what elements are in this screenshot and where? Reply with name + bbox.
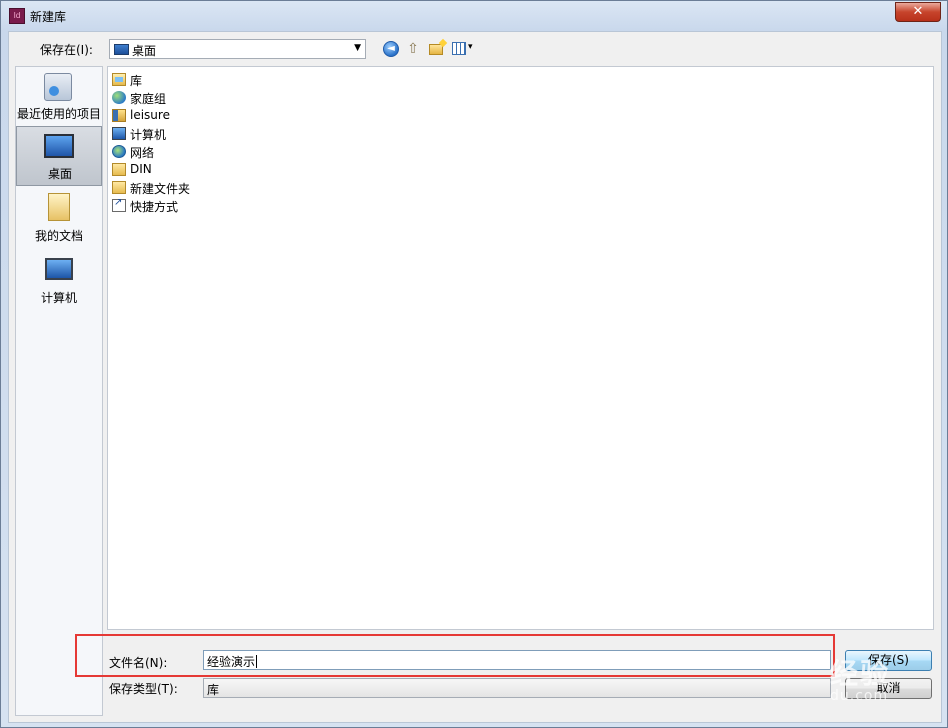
computer-icon: [45, 258, 73, 280]
list-item-name: 计算机: [130, 128, 167, 142]
place-recent-items[interactable]: 最近使用的项目: [16, 69, 102, 125]
list-item[interactable]: 网络: [112, 143, 272, 161]
desktop-icon: [114, 44, 129, 55]
recent-items-icon: [44, 73, 72, 101]
view-menu-arrow-icon[interactable]: ▾: [468, 42, 473, 52]
list-item-name: 新建文件夹: [130, 182, 191, 196]
save-button[interactable]: 保存(S): [845, 650, 932, 671]
list-item-name: 网络: [130, 146, 155, 160]
list-item[interactable]: DIN: [112, 161, 272, 179]
filetype-value: 库: [207, 683, 220, 697]
list-item-name: 库: [130, 74, 143, 88]
close-button[interactable]: ✕: [895, 2, 941, 22]
filename-value: 经验演示: [207, 655, 258, 669]
list-item-name: leisure: [130, 108, 170, 122]
save-in-combo[interactable]: 桌面 ▼: [109, 39, 366, 59]
chevron-down-icon: ▼: [354, 43, 361, 53]
view-menu-icon[interactable]: [452, 42, 466, 55]
folder-icon: [112, 163, 126, 176]
list-item[interactable]: 库: [112, 71, 272, 89]
cancel-button[interactable]: 取消: [845, 678, 932, 699]
filetype-select[interactable]: 库: [203, 678, 831, 698]
place-desktop[interactable]: 桌面: [16, 126, 102, 186]
place-label: 计算机: [40, 291, 77, 305]
library-icon: [112, 73, 126, 86]
homegroup-icon: [112, 91, 126, 104]
save-in-label: 保存在(I):: [40, 43, 93, 57]
place-label: 我的文档: [34, 229, 83, 243]
shortcut-icon: [112, 197, 126, 212]
window-title: 新建库: [30, 10, 67, 24]
list-item[interactable]: leisure: [112, 107, 272, 125]
list-item[interactable]: 家庭组: [112, 89, 272, 107]
title-bar: Id 新建库 ✕: [1, 1, 947, 31]
file-list[interactable]: 库 家庭组 leisure 计算机 网络 DIN 新建文件夹 快捷方式: [107, 66, 934, 630]
folder-icon: [112, 181, 126, 194]
list-item[interactable]: 快捷方式: [112, 197, 272, 215]
list-item[interactable]: 新建文件夹: [112, 179, 272, 197]
user-folder-icon: [112, 109, 126, 122]
desktop-icon: [44, 134, 74, 158]
save-in-value: 桌面: [132, 44, 157, 58]
place-label: 最近使用的项目: [16, 107, 101, 121]
places-bar: 最近使用的项目 桌面 我的文档 计算机: [15, 66, 103, 716]
place-label: 桌面: [47, 167, 72, 181]
indesign-app-icon: Id: [9, 8, 25, 24]
documents-icon: [48, 193, 70, 221]
network-icon: [112, 145, 126, 158]
list-item-name: DIN: [130, 162, 152, 176]
filename-label: 文件名(N):: [109, 656, 168, 670]
new-folder-icon[interactable]: [429, 44, 443, 55]
list-item-name: 家庭组: [130, 92, 167, 106]
up-folder-icon[interactable]: ⇧: [405, 41, 421, 57]
filename-input[interactable]: 经验演示: [203, 650, 831, 670]
back-icon[interactable]: ◄: [383, 41, 399, 57]
place-computer[interactable]: 计算机: [16, 253, 102, 309]
filetype-label: 保存类型(T):: [109, 682, 178, 696]
list-item-name: 快捷方式: [130, 200, 179, 214]
list-item[interactable]: 计算机: [112, 125, 272, 143]
computer-icon: [112, 127, 126, 140]
place-documents[interactable]: 我的文档: [16, 189, 102, 247]
